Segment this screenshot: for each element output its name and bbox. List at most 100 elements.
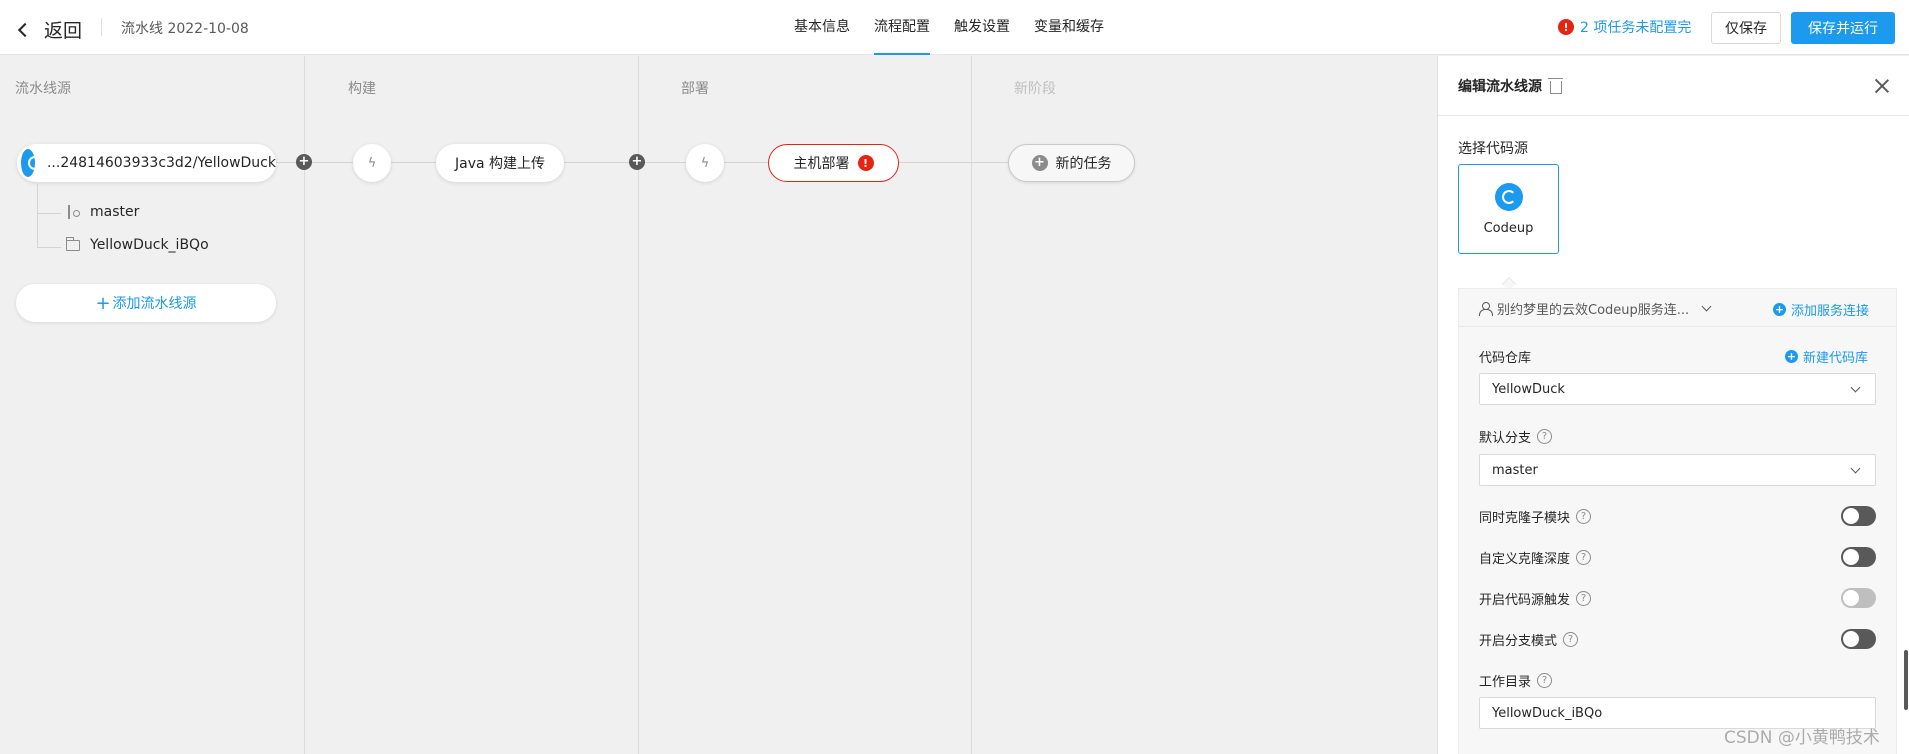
tab-flow-config[interactable]: 流程配置 <box>874 0 930 55</box>
toggle-clone-depth[interactable] <box>1841 547 1876 567</box>
add-stage-icon[interactable]: + <box>629 154 645 170</box>
codeup-logo-icon <box>1494 182 1523 211</box>
toggle-branch-mode[interactable] <box>1841 629 1876 649</box>
tab-basic-info[interactable]: 基本信息 <box>794 0 850 55</box>
repo-label: 代码仓库 <box>1479 347 1531 366</box>
lightning-icon[interactable]: ϟ <box>686 144 724 182</box>
save-and-run-button[interactable]: 保存并运行 <box>1791 12 1895 44</box>
toggle-label-text: 自定义克隆深度 <box>1479 552 1571 567</box>
branch-label: 默认分支 ? <box>1479 427 1553 446</box>
tree-line <box>37 184 38 248</box>
panel-title-text: 编辑流水线源 <box>1458 79 1542 95</box>
edit-source-panel: 编辑流水线源 选择代码源 Codeup 别约梦里的云效Codeup服务连... … <box>1437 56 1909 754</box>
add-source-label: 添加流水线源 <box>112 296 197 312</box>
toggle-label-source-trigger: 开启代码源触发 ? <box>1479 589 1592 608</box>
plus-icon: + <box>1785 350 1798 363</box>
workdir-label-text: 工作目录 <box>1479 675 1532 690</box>
toggle-label-text: 开启分支模式 <box>1479 634 1558 649</box>
panel-header: 编辑流水线源 <box>1438 56 1909 116</box>
connection-text: 别约梦里的云效Codeup服务连... <box>1497 303 1690 318</box>
connection-row: 别约梦里的云效Codeup服务连... + 添加服务连接 <box>1459 289 1896 327</box>
source-card[interactable]: ...24814603933c3d2/YellowDuck <box>17 144 276 182</box>
error-icon: ! <box>1558 19 1574 35</box>
help-icon[interactable]: ? <box>1576 591 1592 606</box>
new-repo-label: 新建代码库 <box>1803 351 1869 366</box>
source-directory: YellowDuck_iBQo <box>65 236 209 253</box>
add-connection-link[interactable]: + 添加服务连接 <box>1773 300 1869 319</box>
warning-text: 2 项任务未配置完 <box>1580 20 1692 36</box>
add-source-button[interactable]: + 添加流水线源 <box>16 284 276 322</box>
pipeline-canvas: 流水线源 构建 部署 新阶段 ...24814603933c3d2/Yellow… <box>0 56 1437 754</box>
branch-label-text: 默认分支 <box>1479 431 1532 446</box>
task-label: 主机部署 <box>793 156 850 172</box>
chevron-down-icon <box>1850 382 1861 393</box>
user-icon <box>1479 302 1493 316</box>
save-only-button[interactable]: 仅保存 <box>1711 12 1781 44</box>
unconfigured-tasks-warning[interactable]: ! 2 项任务未配置完 <box>1558 17 1691 37</box>
tab-variables-cache[interactable]: 变量和缓存 <box>1034 0 1104 55</box>
chevron-down-icon <box>1701 301 1712 312</box>
help-icon[interactable]: ? <box>1576 509 1592 524</box>
stage-label-build[interactable]: 构建 <box>348 78 376 98</box>
plus-icon: + <box>1773 303 1786 316</box>
toggle-label-text: 开启代码源触发 <box>1479 593 1571 608</box>
toggle-submodules[interactable] <box>1841 506 1876 526</box>
back-label: 返回 <box>44 20 83 42</box>
toggle-label-text: 同时克隆子模块 <box>1479 511 1571 526</box>
lightning-icon[interactable]: ϟ <box>353 144 391 182</box>
add-connection-label: 添加服务连接 <box>1791 304 1870 319</box>
folder-icon <box>65 236 80 251</box>
tab-bar: 基本信息 流程配置 触发设置 变量和缓存 <box>794 0 1128 55</box>
pipeline-name: 流水线 2022-10-08 <box>121 21 249 37</box>
divider <box>101 18 102 36</box>
workdir-label: 工作目录 ? <box>1479 671 1553 690</box>
source-config-box: 别约梦里的云效Codeup服务连... + 添加服务连接 代码仓库 + 新建代码… <box>1458 288 1897 754</box>
codeup-logo-icon <box>21 149 42 177</box>
source-option-codeup[interactable]: Codeup <box>1458 164 1559 254</box>
tree-line <box>37 247 61 248</box>
panel-title: 编辑流水线源 <box>1458 76 1563 96</box>
plus-icon: + <box>95 292 111 314</box>
task-host-deploy[interactable]: 主机部署 ! <box>768 144 899 182</box>
directory-name: YellowDuck_iBQo <box>90 237 209 253</box>
stage-label-source: 流水线源 <box>15 81 71 97</box>
source-option-label: Codeup <box>1483 220 1534 236</box>
help-icon[interactable]: ? <box>1576 550 1592 565</box>
plus-icon: + <box>1031 155 1048 171</box>
stage-label-new[interactable]: 新阶段 <box>1014 78 1056 98</box>
top-bar: 返回 流水线 2022-10-08 基本信息 流程配置 触发设置 变量和缓存 !… <box>0 0 1909 55</box>
branch-icon <box>66 205 80 219</box>
stage-label-deploy[interactable]: 部署 <box>681 78 709 98</box>
stage-divider <box>971 56 972 754</box>
trash-icon[interactable] <box>1548 77 1563 94</box>
toggle-label-submodules: 同时克隆子模块 ? <box>1479 507 1592 526</box>
repo-value: YellowDuck <box>1492 381 1565 397</box>
back-button[interactable]: 返回 <box>17 16 83 43</box>
help-icon[interactable]: ? <box>1537 673 1553 688</box>
scrollbar[interactable] <box>1904 650 1908 710</box>
task-java-build[interactable]: Java 构建上传 <box>436 144 564 182</box>
toggle-label-clone-depth: 自定义克隆深度 ? <box>1479 548 1592 567</box>
repo-label-text: 代码仓库 <box>1479 351 1532 366</box>
tree-line <box>37 213 61 214</box>
chevron-left-icon <box>17 22 33 37</box>
tab-trigger-settings[interactable]: 触发设置 <box>954 0 1010 55</box>
close-icon[interactable] <box>1873 77 1891 95</box>
branch-select[interactable]: master <box>1479 454 1876 486</box>
help-icon[interactable]: ? <box>1563 632 1579 647</box>
branch-value: master <box>1492 462 1538 478</box>
new-task-label: 新的任务 <box>1055 156 1112 172</box>
source-branch: master <box>66 204 139 220</box>
branch-name: master <box>90 204 140 220</box>
new-task-button[interactable]: + 新的任务 <box>1008 144 1135 182</box>
source-repo-text: ...24814603933c3d2/YellowDuck <box>46 155 276 171</box>
add-stage-icon[interactable]: + <box>296 154 312 170</box>
select-source-label: 选择代码源 <box>1458 141 1528 157</box>
new-repo-link[interactable]: + 新建代码库 <box>1785 347 1868 366</box>
repo-select[interactable]: YellowDuck <box>1479 373 1876 405</box>
error-icon: ! <box>857 155 874 171</box>
toggle-source-trigger[interactable] <box>1841 588 1876 608</box>
watermark: CSDN @小黄鸭技术 <box>1724 728 1880 748</box>
service-connection-select[interactable]: 别约梦里的云效Codeup服务连... <box>1479 299 1712 318</box>
help-icon[interactable]: ? <box>1537 429 1553 444</box>
